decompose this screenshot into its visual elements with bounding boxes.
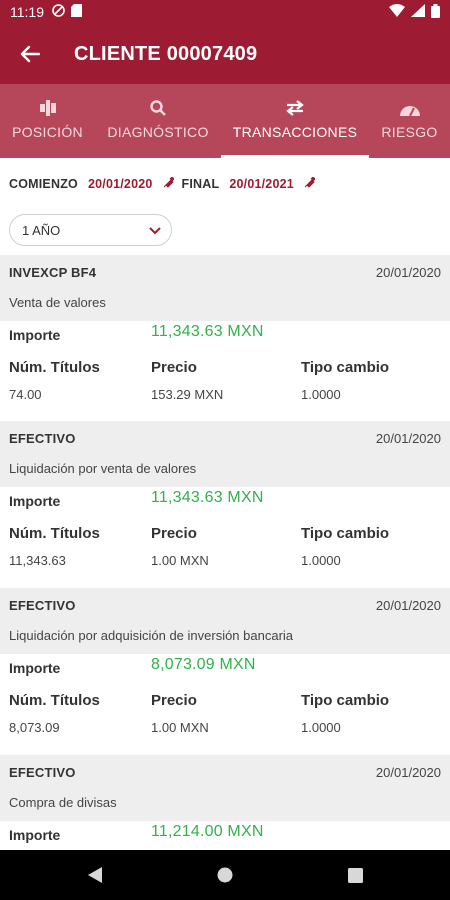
precio-label: Precio bbox=[151, 359, 197, 376]
transaction-date: 20/01/2020 bbox=[375, 765, 441, 780]
battery-icon bbox=[431, 3, 440, 21]
transaction-name: EFECTIVO bbox=[9, 765, 76, 780]
precio-value: 1.00 MXN bbox=[151, 720, 209, 735]
num-titulos-label: Núm. Títulos bbox=[9, 359, 100, 376]
tipo-cambio-label: Tipo cambio bbox=[301, 692, 390, 709]
triangle-back-icon bbox=[88, 867, 102, 883]
importe-label: Importe bbox=[9, 327, 61, 343]
nav-back-button[interactable] bbox=[30, 850, 160, 900]
period-select-value: 1 AÑO bbox=[22, 222, 61, 238]
position-icon bbox=[39, 84, 56, 120]
importe-value: 11,343.63 MXN bbox=[151, 489, 264, 506]
transaction-header: INVEXCP BF4 20/01/2020 Venta de valores bbox=[0, 255, 450, 321]
transaction-details: Importe 8,073.09 MXN Núm. Títulos Precio… bbox=[0, 654, 450, 754]
precio-value: 153.29 MXN bbox=[151, 387, 224, 402]
arrow-back-icon bbox=[20, 45, 40, 63]
tab-label: TRANSACCIONES bbox=[232, 124, 358, 140]
importe-value: 11,343.63 MXN bbox=[151, 323, 264, 340]
num-titulos-label: Núm. Títulos bbox=[9, 525, 100, 542]
transaction-name: EFECTIVO bbox=[9, 431, 76, 446]
period-select[interactable]: 1 AÑO bbox=[9, 214, 172, 246]
circle-home-icon bbox=[217, 867, 233, 883]
tipo-cambio-value: 1.0000 bbox=[301, 720, 341, 735]
wifi-icon bbox=[389, 4, 405, 20]
transaction-card[interactable]: EFECTIVO 20/01/2020 Liquidación por adqu… bbox=[0, 588, 450, 754]
system-navigation-bar bbox=[0, 850, 450, 900]
transaction-date: 20/01/2020 bbox=[375, 598, 441, 613]
transaction-description: Venta de valores bbox=[9, 295, 106, 310]
transaction-name: INVEXCP BF4 bbox=[9, 265, 97, 280]
num-titulos-value: 11,343.63 bbox=[9, 553, 66, 568]
transaction-name: EFECTIVO bbox=[9, 598, 76, 613]
transaction-details: Importe 11,214.00 MXN bbox=[0, 821, 450, 850]
transaction-date: 20/01/2020 bbox=[375, 431, 441, 446]
nav-home-button[interactable] bbox=[160, 850, 290, 900]
transaction-header: EFECTIVO 20/01/2020 Liquidación por adqu… bbox=[0, 588, 450, 654]
transaction-card[interactable]: INVEXCP BF4 20/01/2020 Venta de valores … bbox=[0, 255, 450, 421]
importe-value: 8,073.09 MXN bbox=[151, 656, 256, 673]
edit-end-date-icon[interactable] bbox=[304, 176, 316, 191]
num-titulos-value: 74.00 bbox=[9, 387, 42, 402]
transaction-details: Importe 11,343.63 MXN Núm. Títulos Preci… bbox=[0, 487, 450, 587]
status-bar: 11:19 bbox=[0, 0, 450, 24]
transaction-description: Liquidación por venta de valores bbox=[9, 461, 197, 476]
start-date-label: COMIENZO bbox=[9, 177, 78, 191]
precio-value: 1.00 MXN bbox=[151, 553, 209, 568]
do-not-disturb-icon bbox=[52, 4, 65, 20]
square-recents-icon bbox=[347, 867, 363, 883]
start-date-value[interactable]: 20/01/2020 bbox=[88, 177, 153, 191]
num-titulos-label: Núm. Títulos bbox=[9, 692, 100, 709]
tab-posicion[interactable]: POSICIÓN bbox=[0, 84, 95, 158]
precio-label: Precio bbox=[151, 692, 197, 709]
chevron-down-icon bbox=[149, 223, 161, 238]
transaction-description: Liquidación por adquisición de inversión… bbox=[9, 628, 294, 643]
tab-diagnostico[interactable]: DIAGNÓSTICO bbox=[95, 84, 221, 158]
end-date-label: FINAL bbox=[181, 177, 220, 191]
num-titulos-value: 8,073.09 bbox=[9, 720, 60, 735]
importe-label: Importe bbox=[9, 827, 61, 843]
transaction-header: EFECTIVO 20/01/2020 Liquidación por vent… bbox=[0, 421, 450, 487]
transaction-description: Compra de divisas bbox=[9, 795, 117, 810]
tipo-cambio-value: 1.0000 bbox=[301, 387, 341, 402]
transaction-date: 20/01/2020 bbox=[375, 265, 441, 280]
app-bar: CLIENTE 00007409 bbox=[0, 24, 450, 84]
importe-value: 11,214.00 MXN bbox=[151, 823, 264, 840]
importe-label: Importe bbox=[9, 660, 61, 676]
tab-transacciones[interactable]: TRANSACCIONES bbox=[221, 84, 369, 158]
tab-label: RIESGO bbox=[381, 124, 438, 140]
precio-label: Precio bbox=[151, 525, 197, 542]
edit-start-date-icon[interactable] bbox=[163, 176, 175, 191]
page-title: CLIENTE 00007409 bbox=[74, 42, 258, 65]
back-button[interactable] bbox=[0, 24, 60, 84]
date-filter-bar: COMIENZO 20/01/2020 FINAL 20/01/2021 bbox=[0, 158, 450, 210]
tipo-cambio-label: Tipo cambio bbox=[301, 359, 390, 376]
sd-card-icon bbox=[71, 4, 82, 20]
gauge-icon bbox=[399, 84, 420, 120]
swap-icon bbox=[285, 84, 305, 120]
nav-recents-button[interactable] bbox=[290, 850, 420, 900]
search-icon bbox=[150, 84, 166, 120]
tab-riesgo[interactable]: RIESGO bbox=[369, 84, 450, 158]
tipo-cambio-label: Tipo cambio bbox=[301, 525, 390, 542]
status-time: 11:19 bbox=[10, 4, 44, 20]
tab-bar: POSICIÓN DIAGNÓSTICO TRANSACCIONES RIESG… bbox=[0, 84, 450, 158]
transaction-card[interactable]: EFECTIVO 20/01/2020 Compra de divisas Im… bbox=[0, 755, 450, 850]
importe-label: Importe bbox=[9, 493, 61, 509]
tipo-cambio-value: 1.0000 bbox=[301, 553, 341, 568]
tab-label: POSICIÓN bbox=[12, 124, 83, 140]
transaction-details: Importe 11,343.63 MXN Núm. Títulos Preci… bbox=[0, 321, 450, 421]
end-date-value[interactable]: 20/01/2021 bbox=[229, 177, 294, 191]
transaction-card[interactable]: EFECTIVO 20/01/2020 Liquidación por vent… bbox=[0, 421, 450, 587]
transaction-header: EFECTIVO 20/01/2020 Compra de divisas bbox=[0, 755, 450, 821]
tab-label: DIAGNÓSTICO bbox=[107, 124, 209, 140]
signal-icon bbox=[411, 4, 425, 20]
